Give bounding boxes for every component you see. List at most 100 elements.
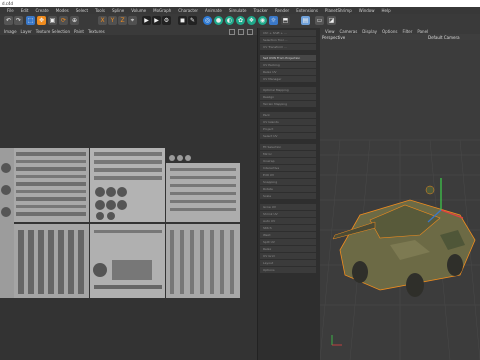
menu-texture-selection[interactable]: Texture Selection (36, 29, 70, 34)
list-item[interactable]: Terrain Mapping (260, 101, 316, 107)
uv-island-block-center-top (90, 148, 165, 222)
camera-icon[interactable]: ◉ (258, 16, 267, 25)
list-item[interactable]: Project (260, 126, 316, 132)
tag-icon[interactable]: ⬒ (281, 16, 290, 25)
list-item[interactable]: Options (260, 267, 316, 273)
menu-planetshrimp[interactable]: PlanetShrimp (325, 8, 352, 13)
list-item[interactable]: Layout (260, 260, 316, 266)
menu-tracker[interactable]: Tracker (254, 8, 268, 13)
menu-options[interactable]: Options (382, 29, 397, 34)
list-item[interactable]: Rotate (260, 186, 316, 192)
floor-icon[interactable]: ▭ (315, 16, 324, 25)
scale-icon[interactable]: ▣ (48, 16, 57, 25)
background-icon[interactable]: ◪ (327, 16, 336, 25)
list-item[interactable]: Split UV (260, 239, 316, 245)
list-item[interactable]: Relax UV (260, 69, 316, 75)
viewport-scene[interactable] (320, 40, 480, 360)
undo-icon[interactable]: ↶ (4, 16, 13, 25)
list-item[interactable]: Unwrap (260, 158, 316, 164)
list-item[interactable]: Select UV (260, 133, 316, 139)
list-item[interactable]: Mirror (260, 151, 316, 157)
menu-window[interactable]: Window (359, 8, 375, 13)
uv-layout-canvas[interactable] (0, 120, 242, 300)
menu-display[interactable]: Display (362, 29, 377, 34)
menu-spline[interactable]: Spline (112, 8, 124, 13)
menu-filter[interactable]: Filter (402, 29, 412, 34)
y-axis-icon[interactable]: Y (108, 16, 117, 25)
list-item[interactable]: UV Grid (260, 253, 316, 259)
list-item[interactable]: Stitch (260, 225, 316, 231)
fit-icon[interactable] (229, 29, 235, 35)
uv-island-block-center-bottom (90, 224, 165, 298)
menu-panel[interactable]: Panel (417, 29, 428, 34)
x-axis-label: X (100, 17, 105, 24)
world-icon[interactable]: ⌖ (128, 16, 137, 25)
menu-edit[interactable]: Edit (21, 8, 29, 13)
menu-volume[interactable]: Volume (131, 8, 146, 13)
field-icon[interactable]: ✿ (236, 16, 245, 25)
cube-icon[interactable]: ◼ (178, 16, 187, 25)
grid-icon[interactable] (238, 29, 244, 35)
pen-icon[interactable]: ✎ (188, 16, 197, 25)
list-item[interactable]: UV Packing (260, 62, 316, 68)
menu-simulate[interactable]: Simulate (229, 8, 247, 13)
list-item[interactable]: Selection Tool ... (260, 37, 316, 43)
list-item[interactable]: Optimal Mapping (260, 87, 316, 93)
subdivide-icon[interactable]: ◎ (203, 16, 212, 25)
menu-character[interactable]: Character (178, 8, 198, 13)
menu-create[interactable]: Create (35, 8, 48, 13)
list-item[interactable]: Auto UV (260, 218, 316, 224)
list-item[interactable]: Pack (260, 112, 316, 118)
list-item[interactable]: Shrink UV (260, 211, 316, 217)
menu-cameras[interactable]: Cameras (340, 29, 358, 34)
menu-mograph[interactable]: MoGraph (153, 8, 171, 13)
list-item[interactable]: Interactive (260, 165, 316, 171)
list-item[interactable]: Weld (260, 232, 316, 238)
list-item[interactable]: UV Islands (260, 119, 316, 125)
live-select-icon[interactable]: ⬚ (26, 16, 35, 25)
render-view-icon[interactable]: ▶ (142, 16, 151, 25)
menu-paint[interactable]: Paint (74, 29, 84, 34)
y-axis-label: Y (110, 17, 115, 24)
wheel (406, 273, 424, 297)
x-axis-icon[interactable]: X (98, 16, 107, 25)
list-item[interactable]: Snapping (260, 179, 316, 185)
menu-file[interactable]: File (7, 8, 14, 13)
list-item[interactable]: Fit Selection (260, 144, 316, 150)
menu-image[interactable]: Image (4, 29, 17, 34)
menu-render[interactable]: Render (275, 8, 289, 13)
list-item[interactable]: Ctrl + Shift + ... (260, 30, 316, 36)
sky-icon[interactable]: ▤ (301, 16, 310, 25)
list-item[interactable]: Grow UV (260, 204, 316, 210)
uv-island-block-left-bottom (14, 224, 89, 298)
rotate-icon[interactable]: ⟳ (59, 16, 68, 25)
light-icon[interactable]: ☼ (269, 16, 278, 25)
render-settings-icon[interactable]: ⚙ (162, 16, 171, 25)
redo-icon[interactable]: ↷ (14, 16, 23, 25)
menu-extensions[interactable]: Extensions (296, 8, 318, 13)
viewport-panel: View Cameras Display Options Filter Pane… (320, 28, 480, 360)
render-icon[interactable]: ▶ (152, 16, 161, 25)
list-item[interactable]: Relax (260, 246, 316, 252)
menu-textures[interactable]: Textures (88, 29, 105, 34)
menu-select[interactable]: Select (76, 8, 88, 13)
menu-modes[interactable]: Modes (56, 8, 69, 13)
menu-layer[interactable]: Layer (21, 29, 32, 34)
deformer-icon[interactable]: ◐ (225, 16, 234, 25)
scene-icon[interactable]: ❖ (247, 16, 256, 25)
list-item[interactable]: UV Transform ... (260, 44, 316, 50)
transform-icon[interactable]: ⊕ (70, 16, 79, 25)
z-axis-icon[interactable]: Z (118, 16, 127, 25)
list-item[interactable]: Edit UV (260, 172, 316, 178)
list-item[interactable]: Realign (260, 94, 316, 100)
menu-view[interactable]: View (325, 29, 335, 34)
menu-animate[interactable]: Animate (205, 8, 222, 13)
list-item[interactable]: Scale (260, 193, 316, 199)
list-item[interactable]: UV Manager (260, 76, 316, 82)
settings-icon[interactable] (247, 29, 253, 35)
menu-help[interactable]: Help (382, 8, 391, 13)
menu-tools[interactable]: Tools (95, 8, 105, 13)
list-item[interactable]: Set UVW From Projection (260, 55, 316, 61)
cloner-icon[interactable]: ● (214, 16, 223, 25)
move-icon[interactable]: ✥ (37, 16, 46, 25)
